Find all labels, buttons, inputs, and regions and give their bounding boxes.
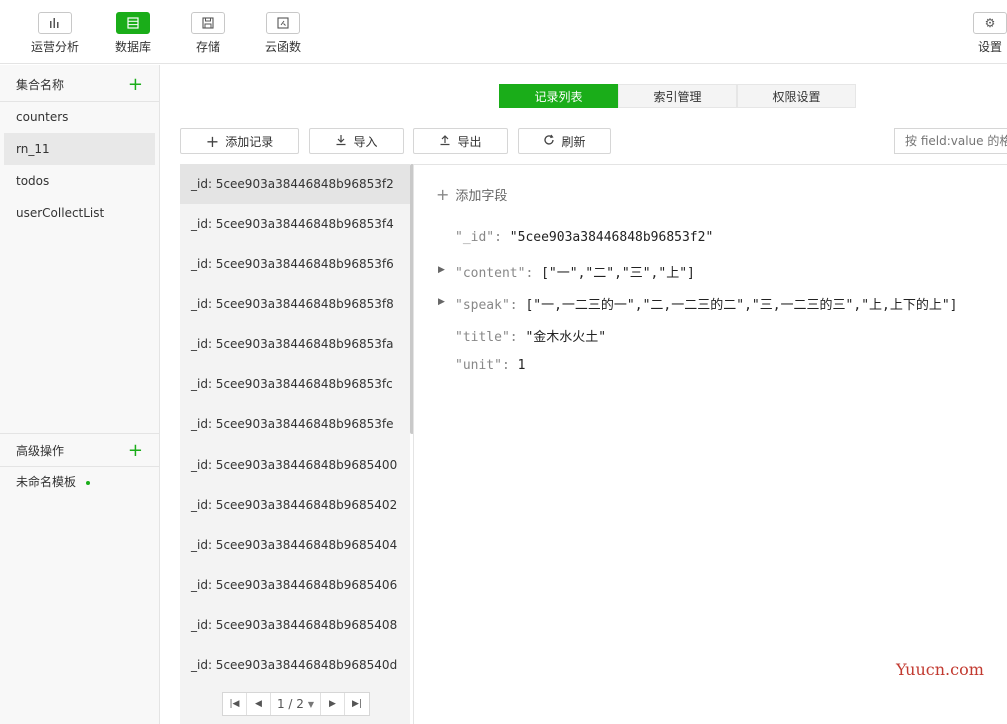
record-item[interactable]: _id: 5cee903a38446848b96853fa xyxy=(180,324,410,364)
record-item[interactable]: _id: 5cee903a38446848b9685408 xyxy=(180,605,410,645)
record-item[interactable]: _id: 5cee903a38446848b9685404 xyxy=(180,525,410,565)
plus-icon: + xyxy=(205,131,220,151)
record-item[interactable]: _id: 5cee903a38446848b96853f2 xyxy=(180,164,410,204)
collection-item-todos[interactable]: todos xyxy=(4,165,155,197)
toolbar-divider xyxy=(414,164,1007,165)
sidebar: 集合名称 + counters rn_11 todos userCollectL… xyxy=(0,65,160,724)
pagination: |◀ ◀ 1 / 2 ▼ ▶ ▶| xyxy=(222,692,370,716)
tab-record-list[interactable]: 记录列表 xyxy=(499,84,618,108)
toolbar-storage[interactable]: 存储 xyxy=(173,12,243,55)
add-field-label: 添加字段 xyxy=(455,189,508,204)
export-button[interactable]: 导出 xyxy=(413,128,508,154)
toolbar-analytics-label: 运营分析 xyxy=(30,40,79,54)
add-field-button[interactable]: + 添加字段 xyxy=(436,185,507,204)
function-icon xyxy=(266,12,300,34)
field-unit: "unit": 1 xyxy=(455,358,525,373)
add-record-button[interactable]: + 添加记录 xyxy=(180,128,299,154)
record-item[interactable]: _id: 5cee903a38446848b96853f6 xyxy=(180,244,410,284)
add-template-icon[interactable]: + xyxy=(128,434,143,468)
record-list: _id: 5cee903a38446848b96853f2 _id: 5cee9… xyxy=(180,164,410,724)
watermark: Yuucn.com xyxy=(896,660,984,679)
upload-icon xyxy=(439,134,451,149)
first-page-icon[interactable]: |◀ xyxy=(223,693,247,715)
field-value[interactable]: 1 xyxy=(518,358,526,373)
gear-icon: ⚙ xyxy=(973,12,1007,34)
field-key: "content": xyxy=(455,266,534,281)
record-item[interactable]: _id: 5cee903a38446848b9685402 xyxy=(180,485,410,525)
record-item[interactable]: _id: 5cee903a38446848b96853fe xyxy=(180,404,410,444)
toolbar-storage-label: 存储 xyxy=(195,40,220,54)
panel-divider xyxy=(413,164,414,724)
tab-index-management[interactable]: 索引管理 xyxy=(618,84,737,108)
field-key: "title": xyxy=(455,330,518,345)
page-select[interactable]: 1 / 2 ▼ xyxy=(271,693,321,715)
advanced-header-label: 高级操作 xyxy=(16,444,65,458)
prev-page-icon[interactable]: ◀ xyxy=(247,693,271,715)
record-item[interactable]: _id: 5cee903a38446848b968540d xyxy=(180,645,410,685)
collection-item-usercollectlist[interactable]: userCollectList xyxy=(4,197,155,229)
refresh-label: 刷新 xyxy=(561,134,586,149)
toolbar-cloud-function-label: 云函数 xyxy=(264,40,301,54)
top-toolbar: 运营分析 数据库 存储 云函数 ⚙ 设置 xyxy=(0,0,1007,64)
field-key: "unit": xyxy=(455,358,510,373)
toolbar-settings-label: 设置 xyxy=(977,40,1002,54)
collection-item-rn-11[interactable]: rn_11 xyxy=(4,133,155,165)
collections-header: 集合名称 + xyxy=(0,68,159,102)
refresh-icon xyxy=(543,134,555,149)
collections-header-label: 集合名称 xyxy=(16,78,65,92)
field-value[interactable]: "5cee903a38446848b96853f2" xyxy=(510,230,714,245)
toolbar-cloud-function[interactable]: 云函数 xyxy=(248,12,318,55)
record-item[interactable]: _id: 5cee903a38446848b9685406 xyxy=(180,565,410,605)
unsaved-dot-icon xyxy=(86,480,91,485)
record-item[interactable]: _id: 5cee903a38446848b9685400 xyxy=(180,445,410,485)
field-id: "_id": "5cee903a38446848b96853f2" xyxy=(455,230,713,245)
next-page-icon[interactable]: ▶ xyxy=(321,693,345,715)
import-button[interactable]: 导入 xyxy=(309,128,404,154)
field-key: "_id": xyxy=(455,230,502,245)
view-tabs: 记录列表 索引管理 权限设置 xyxy=(499,84,856,108)
search-input[interactable] xyxy=(894,128,1007,154)
database-icon xyxy=(116,12,150,34)
page-indicator: 1 / 2 xyxy=(276,697,304,711)
add-collection-icon[interactable]: + xyxy=(128,68,143,102)
template-item[interactable]: 未命名模板 xyxy=(4,466,155,498)
toolbar-analytics[interactable]: 运营分析 xyxy=(20,12,90,55)
field-content: "content": ["一","二","三","上"] xyxy=(455,262,695,281)
advanced-header: 高级操作 + xyxy=(0,433,159,467)
toolbar-database[interactable]: 数据库 xyxy=(98,12,168,55)
record-item[interactable]: _id: 5cee903a38446848b96853fc xyxy=(180,364,410,404)
tab-permission-settings[interactable]: 权限设置 xyxy=(737,84,856,108)
bar-chart-icon xyxy=(38,12,72,34)
add-record-label: 添加记录 xyxy=(225,134,274,149)
floppy-disk-icon xyxy=(191,12,225,34)
export-label: 导出 xyxy=(457,134,482,149)
field-value[interactable]: ["一,一二三的一","二,一二三的二","三,一二三的三","上,上下的上"] xyxy=(525,298,957,313)
field-title: "title": "金木水火土" xyxy=(455,326,606,345)
expand-caret-icon[interactable]: ▶ xyxy=(438,297,445,307)
toolbar-database-label: 数据库 xyxy=(114,40,151,54)
plus-icon: + xyxy=(436,185,450,204)
field-value[interactable]: ["一","二","三","上"] xyxy=(541,266,695,281)
last-page-icon[interactable]: ▶| xyxy=(345,693,369,715)
field-value[interactable]: "金木水火土" xyxy=(525,330,606,345)
collection-item-counters[interactable]: counters xyxy=(4,101,155,133)
field-key: "speak": xyxy=(455,298,518,313)
field-speak: "speak": ["一,一二三的一","二,一二三的二","三,一二三的三",… xyxy=(455,294,958,313)
record-item[interactable]: _id: 5cee903a38446848b96853f8 xyxy=(180,284,410,324)
toolbar-settings[interactable]: ⚙ 设置 xyxy=(955,12,1007,55)
template-item-label: 未命名模板 xyxy=(16,475,77,489)
record-item[interactable]: _id: 5cee903a38446848b96853f4 xyxy=(180,204,410,244)
import-label: 导入 xyxy=(353,134,378,149)
chevron-down-icon: ▼ xyxy=(307,699,315,709)
refresh-button[interactable]: 刷新 xyxy=(518,128,611,154)
download-icon xyxy=(335,134,347,149)
expand-caret-icon[interactable]: ▶ xyxy=(438,265,445,275)
